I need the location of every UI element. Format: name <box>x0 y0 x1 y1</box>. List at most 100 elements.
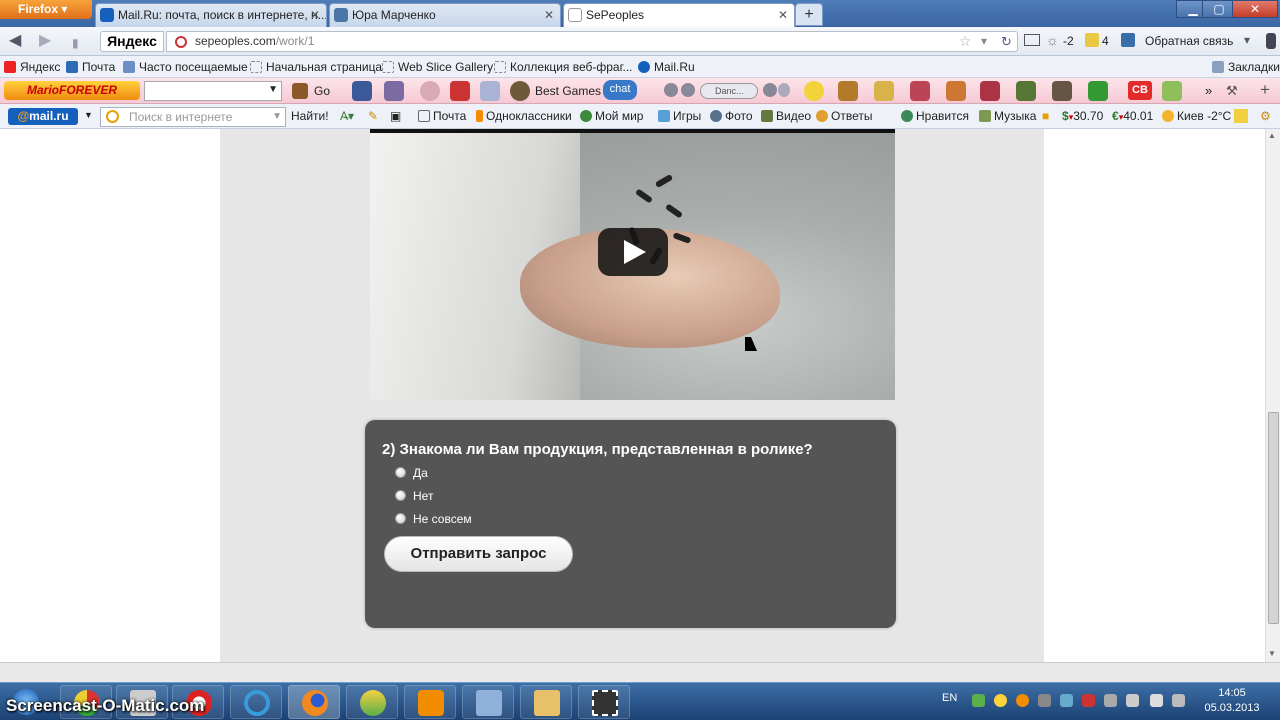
games-search-input[interactable]: ▼ <box>144 81 282 101</box>
go-icon[interactable] <box>292 83 308 99</box>
game-icon[interactable] <box>480 81 500 101</box>
mario-forever-logo[interactable]: MarioFOREVER <box>4 81 140 100</box>
game-icon[interactable] <box>384 81 404 101</box>
tray-volume-icon[interactable] <box>1172 694 1185 707</box>
mail-notify-icon[interactable]: ■ <box>1042 109 1049 124</box>
tray-app-icon[interactable] <box>1016 694 1029 707</box>
toolbar-answers[interactable]: Ответы <box>816 109 872 124</box>
history-dropdown-icon[interactable]: ▾ <box>981 32 987 51</box>
taskbar-explorer[interactable] <box>520 685 572 719</box>
bookmark-yandex[interactable]: Яндекс <box>4 59 60 75</box>
eur-rate[interactable]: €▾40.01 <box>1112 109 1153 125</box>
game-icon[interactable] <box>450 81 470 101</box>
bookmark-star-icon[interactable]: ☆ <box>959 32 972 51</box>
tray-app-icon[interactable] <box>1038 694 1051 707</box>
mail-envelope-icon[interactable] <box>1024 34 1040 46</box>
settings-gear-icon[interactable]: ⚙ <box>1260 109 1271 124</box>
search-engine-logo[interactable]: Яндекс <box>100 31 164 52</box>
bookmark-mailru[interactable]: Mail.Ru <box>638 59 695 75</box>
volume-icon[interactable] <box>763 83 777 97</box>
taskbar-odnoklassniki[interactable] <box>404 685 456 719</box>
tray-app-icon[interactable] <box>1082 694 1095 707</box>
bookmark-home[interactable]: Начальная страница <box>250 59 382 75</box>
taskbar-app[interactable] <box>462 685 514 719</box>
toolbar-odnoklassniki[interactable]: Одноклассники <box>476 109 572 124</box>
game-icon[interactable] <box>510 81 530 101</box>
close-tab-icon[interactable]: ✕ <box>544 4 554 26</box>
maximize-button[interactable]: ▢ <box>1202 0 1236 18</box>
taskbar-screencast[interactable] <box>578 685 630 719</box>
tray-media-icon[interactable] <box>994 694 1007 707</box>
mailru-logo[interactable]: @mail.ru <box>8 108 78 125</box>
bookmark-mail[interactable]: Почта <box>66 59 115 75</box>
play-track-icon[interactable] <box>681 83 695 97</box>
toolbar-music[interactable]: Музыка <box>979 109 1036 124</box>
taskbar-firefox[interactable] <box>288 685 340 719</box>
close-tab-icon[interactable]: ✕ <box>778 4 788 26</box>
game-icon[interactable] <box>946 81 966 101</box>
cb-button[interactable]: CB <box>1128 81 1152 100</box>
game-icon[interactable] <box>1162 81 1182 101</box>
radio-button[interactable] <box>395 490 406 501</box>
close-tab-icon[interactable]: ✕ <box>310 4 320 26</box>
bookmark-collection[interactable]: Коллекция веб-фраг... <box>494 59 633 75</box>
feedback-dropdown-icon[interactable]: ▾ <box>1244 33 1250 47</box>
taskbar-app[interactable] <box>346 685 398 719</box>
toolbar-likes[interactable]: Нравится <box>901 109 969 124</box>
new-tab-button[interactable]: + <box>795 3 823 26</box>
facebook-icon[interactable] <box>352 81 372 101</box>
game-icon[interactable] <box>1088 81 1108 101</box>
best-games-menu[interactable]: Best Games ▾ <box>535 84 610 98</box>
language-indicator[interactable]: EN <box>942 692 957 704</box>
prev-track-icon[interactable] <box>664 83 678 97</box>
game-icon[interactable] <box>1016 81 1036 101</box>
system-clock[interactable]: 14:05 05.03.2013 <box>1196 686 1268 716</box>
submit-request-button[interactable]: Отправить запрос <box>384 536 573 572</box>
bookmarks-menu[interactable]: Закладки <box>1212 59 1280 75</box>
more-chevron-icon[interactable]: » <box>1205 83 1212 98</box>
game-icon[interactable] <box>874 81 894 101</box>
frame-icon[interactable]: ▣ <box>390 109 401 124</box>
notification-icon[interactable] <box>1085 33 1099 47</box>
game-icon[interactable] <box>420 81 440 101</box>
vertical-scrollbar[interactable]: ▲ ▼ <box>1265 129 1280 662</box>
tab-sepeoples[interactable]: SePeoples ✕ <box>563 3 795 27</box>
highlight-icon[interactable]: A̶▾ <box>340 109 354 124</box>
radio-station-select[interactable]: Danc... <box>700 83 758 99</box>
bookmark-addon-icon[interactable] <box>1234 109 1248 123</box>
weather-widget[interactable]: Киев -2°C <box>1162 109 1231 124</box>
bookmark-web-slice[interactable]: Web Slice Gallery <box>382 59 493 75</box>
tray-app-icon[interactable] <box>1104 694 1117 707</box>
chat-button[interactable]: chat <box>603 80 637 100</box>
find-button[interactable]: Найти! <box>291 109 329 124</box>
toolbar-video[interactable]: Видео <box>761 109 811 124</box>
smiley-icon[interactable] <box>804 81 824 101</box>
toolbar-games[interactable]: Игры <box>658 109 701 124</box>
feedback-link[interactable]: Обратная связь <box>1145 34 1233 48</box>
mailru-search-input[interactable]: Поиск в интернете ▼ <box>100 107 286 127</box>
tray-download-icon[interactable] <box>972 694 985 707</box>
back-arrow-icon[interactable]: ◀ <box>9 32 21 50</box>
close-window-button[interactable]: ✕ <box>1232 0 1278 18</box>
usd-rate[interactable]: $▾30.70 <box>1062 109 1103 125</box>
tray-app-icon[interactable] <box>1126 694 1139 707</box>
tab-mailru[interactable]: Mail.Ru: почта, поиск в интернете, н... … <box>95 3 327 27</box>
add-icon[interactable]: + <box>1260 80 1270 100</box>
bookmark-most-visited[interactable]: Часто посещаемые <box>123 59 248 75</box>
game-icon[interactable] <box>980 81 1000 101</box>
game-icon[interactable] <box>838 81 858 101</box>
toolbar-mail[interactable]: Почта <box>418 109 466 124</box>
tray-app-icon[interactable] <box>1060 694 1073 707</box>
scrollbar-thumb[interactable] <box>1268 412 1279 624</box>
go-button[interactable]: Go <box>314 84 330 98</box>
taskbar-mailru-agent[interactable] <box>230 685 282 719</box>
toolbar-photo[interactable]: Фото <box>710 109 753 124</box>
radio-button[interactable] <box>395 513 406 524</box>
tab-vk[interactable]: Юра Марченко ✕ <box>329 3 561 27</box>
extension-icon[interactable] <box>1266 33 1276 49</box>
url-bar[interactable]: sepeoples.com/work/1 ☆ ▾ ↻ <box>166 31 1018 52</box>
logo-dropdown-icon[interactable]: ▼ <box>84 110 93 120</box>
video-play-button[interactable] <box>598 228 668 276</box>
reload-icon[interactable]: ↻ <box>1001 32 1012 51</box>
toolbar-moy-mir[interactable]: Мой мир <box>580 109 643 124</box>
